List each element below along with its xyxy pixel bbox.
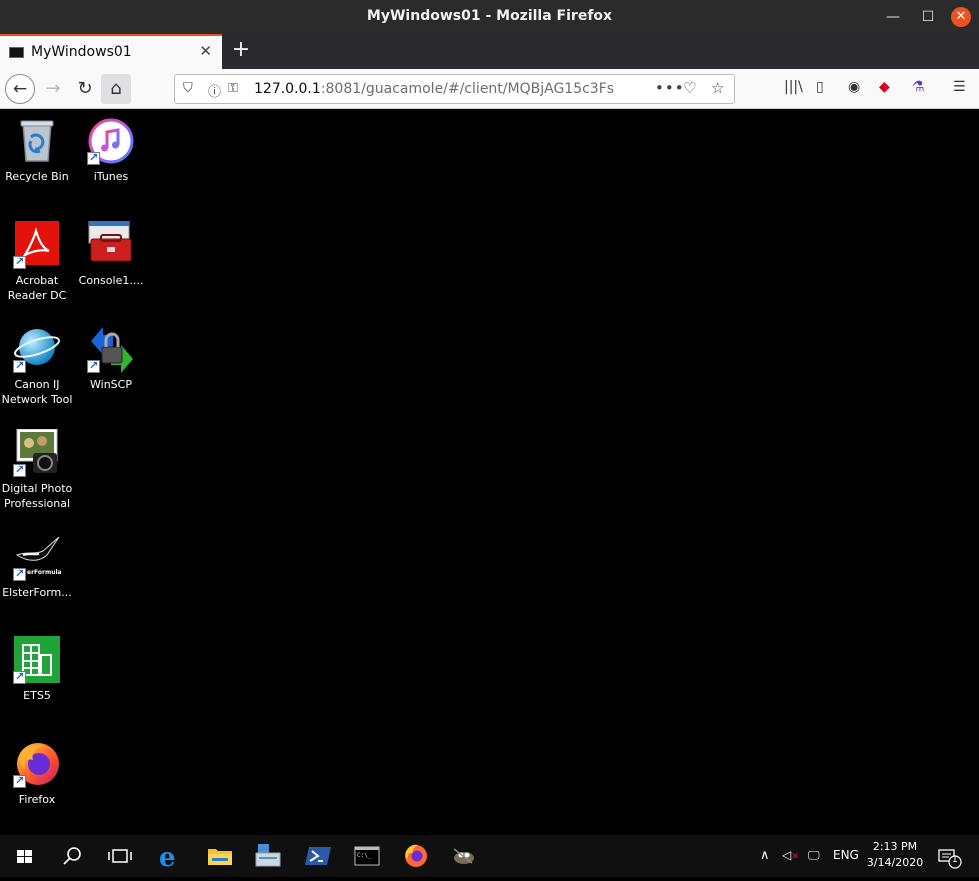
back-button[interactable]: ← <box>5 74 35 104</box>
taskbar-server-manager[interactable] <box>244 835 292 877</box>
search-button[interactable] <box>48 835 96 877</box>
clock-time: 2:13 PM <box>872 840 918 853</box>
shortcut-arrow-icon <box>13 566 26 581</box>
desktop-icon-firefox[interactable]: Firefox <box>0 740 75 807</box>
desktop-icon-canon-ij-network-tool[interactable]: Canon IJ Network Tool <box>0 325 75 407</box>
volume-muted-icon[interactable]: ◁✕ <box>782 848 799 862</box>
desktop-icon-winscp[interactable]: WinSCP <box>73 325 149 392</box>
powershell-icon <box>305 847 331 865</box>
desktop-icon-elsterformular[interactable]: erFormular ElsterForm... <box>0 533 75 600</box>
navigation-toolbar: ← → ↻ ⌂ ⛉ ⓘ ⚿ 127.0.0.1:8081/guacamole/#… <box>0 69 979 109</box>
camera-photo-icon <box>13 428 61 477</box>
tab-mywindows01[interactable]: MyWindows01 ✕ <box>0 34 222 69</box>
url-text[interactable]: 127.0.0.1:8081/guacamole/#/client/MQBjAG… <box>254 81 614 97</box>
terminal-favicon-icon <box>9 47 24 58</box>
shortcut-arrow-icon <box>87 150 100 165</box>
edge-icon: e <box>159 843 176 873</box>
account-icon[interactable]: ◉ <box>848 79 860 95</box>
svg-text:C:\_: C:\_ <box>357 852 372 859</box>
tab-strip: MyWindows01 ✕ + <box>0 34 979 69</box>
forward-button[interactable]: → <box>38 74 68 104</box>
shortcut-arrow-icon <box>13 773 26 788</box>
gimp-icon <box>453 848 474 864</box>
desktop-icon-recycle-bin[interactable]: Recycle Bin <box>0 117 75 184</box>
search-icon <box>63 847 81 865</box>
lab-flask-icon[interactable]: ⚗ <box>912 79 925 95</box>
magpie-icon: erFormular <box>13 533 65 581</box>
firefox-icon <box>13 740 61 788</box>
taskbar-command-prompt[interactable]: C:\_ <box>343 835 391 877</box>
task-view-icon <box>108 849 132 863</box>
server-manager-icon <box>255 844 281 867</box>
menu-icon[interactable]: ☰ <box>953 79 966 95</box>
notification-count: 1 <box>952 855 958 865</box>
desktop-icon-digital-photo-professional[interactable]: Digital Photo Professional <box>0 428 75 511</box>
start-button[interactable] <box>0 835 48 877</box>
acrobat-icon <box>13 221 61 269</box>
notification-icon <box>938 849 962 869</box>
taskbar-firefox[interactable] <box>392 835 440 877</box>
desktop-icon-acrobat-reader-dc[interactable]: Acrobat Reader DC <box>0 221 75 303</box>
new-tab-button[interactable]: + <box>230 37 252 63</box>
taskbar-clock[interactable]: 2:13 PM 3/14/2020 <box>862 839 928 871</box>
window-titlebar: MyWindows01 - Mozilla Firefox — ☐ ✕ <box>0 0 979 34</box>
taskbar-file-explorer[interactable] <box>196 835 244 877</box>
desktop-icon-console1[interactable]: Console1.... <box>73 220 149 288</box>
reload-button[interactable]: ↻ <box>70 74 100 104</box>
maximize-icon[interactable]: ☐ <box>918 7 938 27</box>
folder-icon <box>208 849 232 865</box>
network-icon[interactable]: 🖵 <box>808 848 820 863</box>
show-hidden-icons-chevron-icon[interactable]: ∧ <box>760 848 770 863</box>
input-language[interactable]: ENG <box>833 848 859 862</box>
task-view-button[interactable] <box>96 835 144 877</box>
winscp-icon <box>87 325 135 373</box>
taskbar-powershell[interactable] <box>294 835 342 877</box>
sidebar-icon[interactable]: ▯ <box>816 79 824 95</box>
window-title: MyWindows01 - Mozilla Firefox <box>366 8 613 24</box>
recycle-bin-icon <box>13 117 61 165</box>
tab-label: MyWindows01 <box>31 44 132 60</box>
close-window-icon[interactable]: ✕ <box>951 7 971 27</box>
windows-logo-icon <box>17 850 32 863</box>
desktop-icon-itunes[interactable]: iTunes <box>73 117 149 184</box>
taskbar-gimp[interactable] <box>440 835 488 877</box>
shortcut-arrow-icon <box>13 254 26 269</box>
shortcut-arrow-icon <box>13 358 26 373</box>
shield-icon[interactable]: ⛉ <box>183 81 193 96</box>
taskbar-edge[interactable]: e <box>148 835 196 877</box>
itunes-icon <box>87 117 135 165</box>
toolbox-icon <box>87 220 135 269</box>
windows-taskbar: e C:\_ ∧ ◁✕ 🖵 ENG 2:13 PM 3/14/2020 1 <box>0 835 979 877</box>
shortcut-arrow-icon <box>87 358 100 373</box>
svg-text:e: e <box>159 843 176 873</box>
key-icon[interactable]: ⚿ <box>228 81 238 96</box>
desktop-icon-ets5[interactable]: ETS5 <box>0 636 75 703</box>
action-center-button[interactable]: 1 <box>938 847 962 869</box>
firefox-icon <box>405 844 427 867</box>
extension-icon[interactable]: ◆ <box>879 79 890 95</box>
ets5-icon <box>13 636 61 684</box>
command-prompt-icon: C:\_ <box>354 846 380 866</box>
info-icon[interactable]: ⓘ <box>208 81 221 100</box>
page-actions-icon[interactable]: ••• <box>655 79 685 97</box>
shortcut-arrow-icon <box>13 669 26 684</box>
svg-text:erFormular: erFormular <box>27 569 61 576</box>
pocket-icon[interactable]: ♡ <box>683 79 696 97</box>
minimize-icon[interactable]: — <box>883 7 903 27</box>
close-tab-icon[interactable]: ✕ <box>199 42 212 60</box>
shortcut-arrow-icon <box>13 462 26 477</box>
globe-icon <box>13 325 61 373</box>
clock-date: 3/14/2020 <box>866 856 924 869</box>
remote-desktop[interactable]: Recycle Bin iTunes Acrobat Reader DC <box>0 109 979 835</box>
address-bar[interactable]: ⛉ ⓘ ⚿ 127.0.0.1:8081/guacamole/#/client/… <box>174 74 735 104</box>
bookmark-star-icon[interactable]: ☆ <box>711 79 724 97</box>
library-icon[interactable]: |||\ <box>784 79 803 95</box>
home-button[interactable]: ⌂ <box>101 74 131 104</box>
